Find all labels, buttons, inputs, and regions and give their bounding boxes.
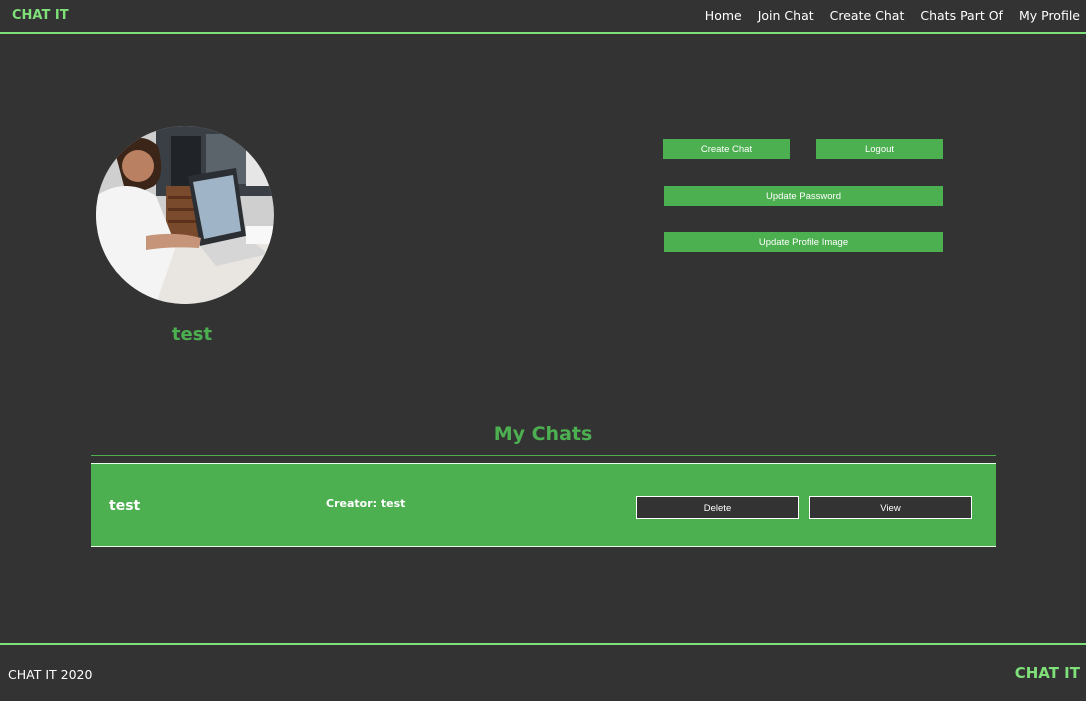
footer-brand: CHAT IT [1014,664,1080,682]
chat-name: test [109,498,141,514]
nav-link-home[interactable]: Home [705,8,742,23]
my-chats-title: My Chats [493,423,593,445]
nav-links: Home Join Chat Create Chat Chats Part Of… [689,8,1080,23]
top-navbar: CHAT IT Home Join Chat Create Chat Chats… [0,0,1086,34]
logout-button[interactable]: Logout [816,139,943,159]
chat-creator: Creator: test [326,497,406,510]
profile-avatar [96,126,274,304]
delete-chat-button[interactable]: Delete [636,496,799,519]
footer: CHAT IT 2020 CHAT IT [0,643,1086,701]
footer-copyright: CHAT IT 2020 [8,667,93,682]
nav-link-my-profile[interactable]: My Profile [1019,8,1080,23]
nav-link-chats-part-of[interactable]: Chats Part Of [920,8,1003,23]
brand-logo[interactable]: CHAT IT [12,8,69,23]
view-chat-button[interactable]: View [809,496,972,519]
profile-username: test [171,324,213,345]
update-profile-image-button[interactable]: Update Profile Image [664,232,943,252]
chat-card: test Creator: test Delete View [91,463,996,547]
profile-avatar-image [96,126,274,304]
update-password-button[interactable]: Update Password [664,186,943,206]
section-divider [91,455,996,456]
nav-link-join-chat[interactable]: Join Chat [758,8,814,23]
nav-link-create-chat[interactable]: Create Chat [830,8,905,23]
create-chat-button[interactable]: Create Chat [663,139,790,159]
